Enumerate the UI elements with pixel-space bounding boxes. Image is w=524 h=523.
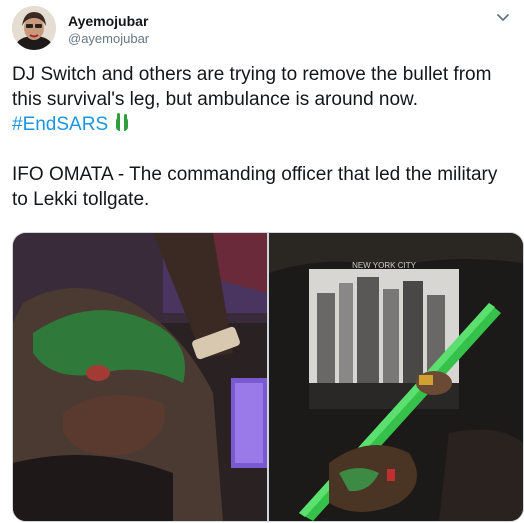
- photo-tshirt[interactable]: NEW YORK CITY: [269, 233, 523, 521]
- tweet-body: DJ Switch and others are trying to remov…: [12, 62, 512, 212]
- tweet-header: Ayemojubar @ayemojubar: [12, 6, 512, 52]
- tweet-paragraph: DJ Switch and others are trying to remov…: [12, 62, 512, 137]
- avatar[interactable]: [12, 6, 56, 50]
- hashtag-link[interactable]: #EndSARS: [12, 114, 108, 135]
- tweet-text-line: DJ Switch and others are trying to remov…: [12, 64, 492, 110]
- user-handle[interactable]: @ayemojubar: [68, 30, 149, 47]
- shirt-print-text: NEW YORK CITY: [352, 261, 417, 270]
- chevron-down-icon[interactable]: [494, 8, 512, 26]
- media-grid[interactable]: NEW YORK CITY: [12, 232, 524, 522]
- tweet-paragraph: IFO OMATA - The commanding officer that …: [12, 164, 498, 210]
- display-name[interactable]: Ayemojubar: [68, 12, 149, 30]
- nigeria-flag-hand-emoji-icon: [113, 113, 131, 133]
- photo-leg-wound[interactable]: [13, 233, 267, 521]
